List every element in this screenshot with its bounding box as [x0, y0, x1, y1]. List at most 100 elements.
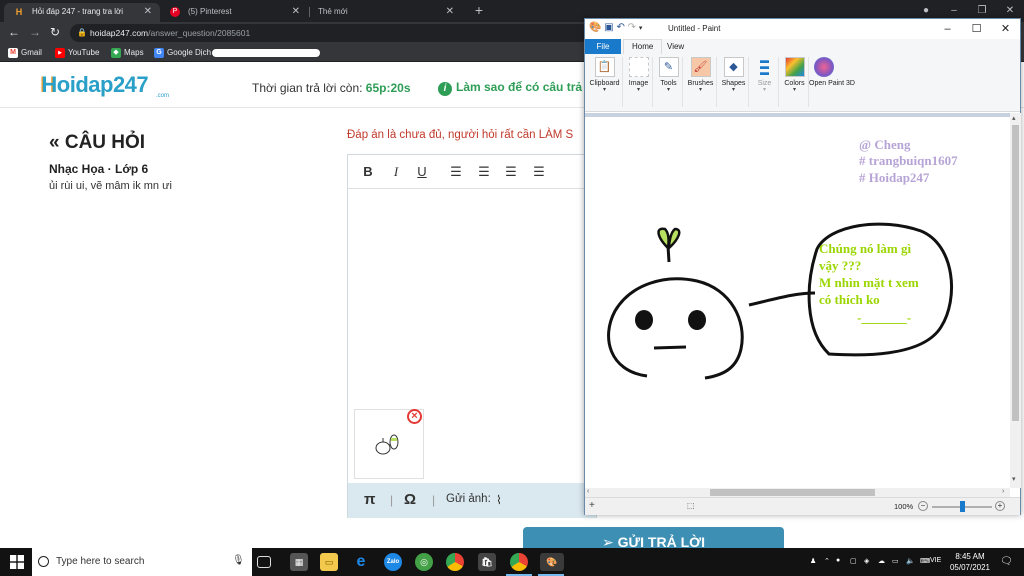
home-tab[interactable]: Home: [623, 39, 663, 54]
lock-icon: 🔒: [77, 28, 87, 37]
speech-line-3: M nhìn mặt t xem: [819, 275, 919, 290]
notification-icon[interactable]: 🗨: [1000, 556, 1013, 567]
zalo-tray-icon[interactable]: ▢: [850, 557, 857, 565]
forward-arrow-icon[interactable]: →: [27, 25, 43, 39]
align-justify-icon[interactable]: ☰: [531, 164, 547, 180]
windows-start-icon[interactable]: [10, 555, 24, 569]
task-view-icon[interactable]: [257, 556, 271, 568]
back-arrow-icon[interactable]: ←: [6, 25, 22, 39]
paperclip-icon[interactable]: ⌇: [496, 493, 502, 507]
underline-button[interactable]: U: [414, 164, 430, 179]
canvas-drawing: @ Cheng # trangbuiqn1607 # Hoidap247 Chú…: [607, 137, 958, 380]
tab-pinterest[interactable]: P (5) Pinterest ✕: [160, 3, 308, 22]
italic-button[interactable]: I: [388, 164, 404, 180]
howto-link[interactable]: i Làm sao để có câu trả: [438, 80, 582, 96]
bookmark-label: YouTube: [68, 48, 100, 57]
horizontal-scrollbar[interactable]: ‹ ›: [585, 488, 1010, 497]
paint-window[interactable]: 🎨 ▣ ↶ ↷ ▾ Untitled - Paint – ☐ ✕ File Home…: [584, 18, 1021, 515]
align-left-icon[interactable]: ☰: [448, 164, 464, 180]
minimize-icon[interactable]: –: [933, 19, 962, 39]
microphone-icon[interactable]: 🎙: [232, 555, 245, 566]
horizontal-scroll-thumb[interactable]: [710, 489, 875, 496]
ribbon-size[interactable]: ▬ ▬ ▬ Size ▾: [751, 56, 779, 107]
scroll-down-icon[interactable]: ▾: [1012, 475, 1016, 483]
store-icon[interactable]: 🛍: [478, 553, 496, 571]
double-chevron-left-icon[interactable]: «: [49, 132, 60, 153]
redacted-scribble: [212, 49, 320, 57]
ribbon-colors[interactable]: Colors ▾: [781, 57, 809, 107]
volume-tray-icon[interactable]: 🔈: [906, 557, 915, 565]
network-tray-icon[interactable]: ▭: [892, 557, 899, 565]
show-hidden-icons[interactable]: ⌃: [824, 557, 830, 565]
remove-attachment-icon[interactable]: ×: [407, 409, 422, 424]
close-tab-icon[interactable]: ✕: [446, 3, 454, 20]
selection-size-icon: ⬚: [687, 501, 695, 510]
address-bar[interactable]: 🔒 hoidap247.com/answer_question/2085601: [70, 24, 590, 42]
bookmark-gmail[interactable]: M Gmail: [8, 46, 42, 60]
new-tab-plus-icon[interactable]: +: [470, 2, 488, 18]
tab-new-tab[interactable]: Thẻ mới ✕: [310, 3, 462, 22]
close-tab-icon[interactable]: ✕: [292, 3, 300, 20]
vertical-scroll-thumb[interactable]: [1012, 125, 1019, 421]
ime-tray-icon[interactable]: ⌨: [920, 557, 930, 565]
scroll-up-icon[interactable]: ▴: [1012, 114, 1016, 122]
ribbon-shapes[interactable]: ◆ Shapes ▾: [719, 57, 749, 107]
zoom-out-icon[interactable]: −: [918, 501, 928, 511]
zoom-in-icon[interactable]: +: [995, 501, 1005, 511]
scroll-right-icon[interactable]: ›: [1002, 488, 1004, 495]
file-explorer-icon[interactable]: ▭: [320, 553, 338, 571]
answer-notice: Đáp án là chưa đủ, người hỏi rất cần LÀM…: [347, 129, 574, 141]
chrome-icon[interactable]: [446, 553, 464, 571]
onedrive-tray-icon[interactable]: ☁: [878, 557, 885, 565]
special-char-omega-button[interactable]: Ω: [404, 491, 416, 508]
tab-hoidap247[interactable]: H Hỏi đáp 247 - trang tra lời ✕: [4, 3, 160, 22]
customize-qat-icon[interactable]: ▾: [639, 25, 643, 32]
paint-taskbar-icon[interactable]: 🎨: [540, 553, 564, 571]
chevron-down-icon: ▾: [762, 87, 766, 93]
ribbon-open-paint3d[interactable]: Open Paint 3D: [809, 57, 855, 107]
ribbon-brushes[interactable]: 🖌 Brushes ▾: [685, 57, 717, 107]
undo-icon[interactable]: ↶: [616, 22, 624, 33]
align-center-icon[interactable]: ☰: [476, 164, 492, 180]
close-window-icon[interactable]: ✕: [991, 19, 1020, 39]
math-pi-button[interactable]: π: [364, 491, 375, 508]
scroll-left-icon[interactable]: ‹: [587, 488, 589, 495]
redo-icon[interactable]: ↷: [628, 22, 636, 33]
bold-button[interactable]: B: [360, 164, 376, 179]
chrome-active-icon[interactable]: [510, 553, 528, 571]
paint-app-icon[interactable]: 🎨: [589, 22, 601, 33]
paint-canvas[interactable]: @ Cheng # trangbuiqn1607 # Hoidap247 Chú…: [585, 117, 1010, 488]
taskbar-search-box[interactable]: Type here to search 🎙: [32, 548, 252, 576]
clock-time[interactable]: 8:45 AM: [950, 552, 990, 561]
bookmark-youtube[interactable]: ▶ YouTube: [55, 46, 99, 60]
reload-icon[interactable]: ↻: [47, 25, 63, 39]
save-icon[interactable]: ▣: [604, 22, 613, 33]
edge-icon[interactable]: e: [352, 553, 370, 571]
site-logo[interactable]: HHoidap247: [40, 72, 149, 98]
gmail-icon: M: [8, 48, 18, 58]
speech-line-5: -_______-: [857, 310, 911, 325]
messenger-tray-icon[interactable]: ●: [836, 557, 840, 564]
zalo-icon[interactable]: Zalo: [384, 553, 402, 571]
clock-date[interactable]: 05/07/2021: [946, 563, 994, 572]
ribbon-image[interactable]: Image ▾: [625, 57, 653, 107]
bookmark-maps[interactable]: ◆ Maps: [111, 46, 144, 60]
cococ-icon[interactable]: ◎: [415, 553, 433, 571]
close-tab-icon[interactable]: ✕: [144, 3, 152, 20]
vertical-scrollbar[interactable]: ▴ ▾: [1010, 113, 1021, 488]
view-tab[interactable]: View: [667, 39, 684, 54]
input-language[interactable]: VIE: [930, 557, 941, 564]
answer-editor[interactable]: B I U ☰ ☰ ☰ ☰ × π | Ω | Gửi ảnh: ⌇: [347, 154, 597, 518]
ribbon-tools[interactable]: ✎ Tools ▾: [655, 57, 683, 107]
calculator-icon[interactable]: ▦: [290, 553, 308, 571]
zoom-slider-thumb[interactable]: [960, 501, 965, 512]
file-tab[interactable]: File: [585, 39, 621, 54]
tab-title: Thẻ mới: [318, 7, 348, 16]
maximize-icon[interactable]: ☐: [962, 19, 991, 39]
antivirus-tray-icon[interactable]: ◈: [864, 557, 869, 565]
people-icon[interactable]: ♟: [810, 557, 816, 565]
align-right-icon[interactable]: ☰: [503, 164, 519, 180]
bookmark-google-translate[interactable]: G Google Dịch: [154, 46, 211, 60]
speech-tail: [748, 291, 816, 307]
ribbon-clipboard[interactable]: 📋 Clipboard ▾: [587, 57, 623, 107]
